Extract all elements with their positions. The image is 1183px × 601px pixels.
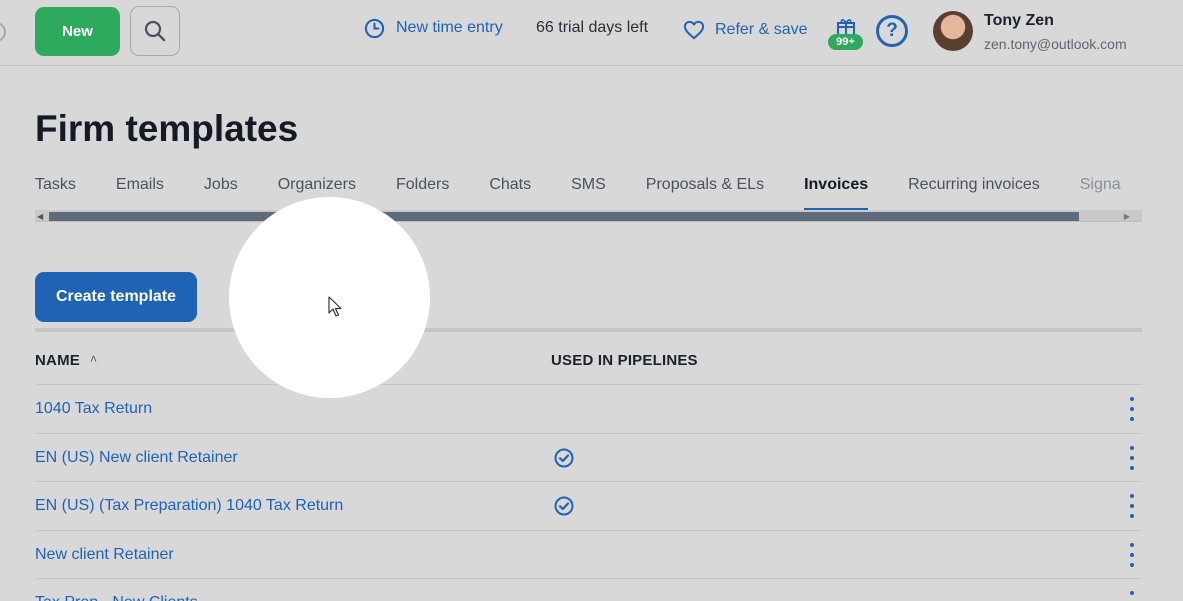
- check-circle-icon: [554, 496, 574, 516]
- scrollbar-thumb[interactable]: [49, 212, 1079, 221]
- template-tabs: Tasks Emails Jobs Organizers Folders Chats SMS…: [35, 176, 1142, 210]
- clock-icon: [364, 18, 385, 38]
- template-name-link[interactable]: Tax Prep - New Clients: [35, 594, 198, 601]
- new-button[interactable]: New: [35, 7, 120, 56]
- tab-emails[interactable]: Emails: [116, 176, 164, 210]
- search-button[interactable]: [130, 6, 180, 56]
- kebab-menu-icon[interactable]: [1125, 542, 1139, 567]
- template-name-link[interactable]: EN (US) (Tax Preparation) 1040 Tax Retur…: [35, 497, 343, 515]
- tab-jobs[interactable]: Jobs: [204, 176, 238, 210]
- tabs-scrollbar[interactable]: ◀ ▶: [35, 210, 1142, 222]
- table-row: EN (US) (Tax Preparation) 1040 Tax Retur…: [35, 482, 1142, 531]
- table-body: 1040 Tax Return EN (US) New client Retain…: [35, 385, 1142, 601]
- kebab-menu-icon[interactable]: [1125, 445, 1139, 470]
- templates-table: NAME ˄ USED IN PIPELINES 1040 Tax Return…: [35, 328, 1142, 601]
- tab-chats[interactable]: Chats: [489, 176, 531, 210]
- tab-signa[interactable]: Signa: [1080, 176, 1121, 210]
- table-row: 1040 Tax Return: [35, 385, 1142, 434]
- refer-and-save-label: Refer & save: [715, 21, 808, 38]
- template-name-link[interactable]: EN (US) New client Retainer: [35, 449, 238, 467]
- tab-tasks[interactable]: Tasks: [35, 176, 76, 210]
- table-header: NAME ˄ USED IN PIPELINES: [35, 328, 1142, 385]
- scroll-right-icon[interactable]: ▶: [1124, 212, 1130, 221]
- table-row: New client Retainer: [35, 531, 1142, 580]
- tab-sms[interactable]: SMS: [571, 176, 606, 210]
- search-icon: [144, 20, 166, 42]
- kebab-menu-icon[interactable]: [1125, 494, 1139, 519]
- scroll-left-icon[interactable]: ◀: [37, 212, 43, 221]
- tab-recurring-invoices[interactable]: Recurring invoices: [908, 176, 1040, 210]
- template-name-link[interactable]: 1040 Tax Return: [35, 400, 152, 418]
- page-title: Firm templates: [35, 108, 299, 149]
- refer-and-save-link[interactable]: Refer & save: [683, 18, 807, 42]
- cursor-icon: [328, 296, 342, 317]
- heart-icon: [683, 20, 705, 40]
- top-bar: New New time entry 66 trial days left Re…: [0, 0, 1183, 66]
- avatar[interactable]: [933, 11, 973, 51]
- user-email: zen.tony@outlook.com: [984, 36, 1127, 52]
- notifications-badge: 99+: [828, 34, 863, 50]
- back-icon[interactable]: [0, 22, 6, 42]
- tab-proposals-els[interactable]: Proposals & ELs: [646, 176, 764, 210]
- column-header-name[interactable]: NAME: [35, 352, 80, 369]
- create-template-button[interactable]: Create template: [35, 272, 197, 322]
- kebab-menu-icon[interactable]: [1125, 591, 1139, 601]
- tab-folders[interactable]: Folders: [396, 176, 449, 210]
- new-time-entry-label: New time entry: [396, 19, 503, 36]
- column-header-used-in-pipelines: USED IN PIPELINES: [551, 352, 698, 369]
- help-icon[interactable]: ?: [876, 15, 908, 47]
- new-time-entry-link[interactable]: New time entry: [364, 16, 503, 40]
- notifications-button[interactable]: 99+: [828, 18, 864, 52]
- kebab-menu-icon[interactable]: [1125, 397, 1139, 421]
- check-circle-icon: [554, 448, 574, 468]
- sort-ascending-icon[interactable]: ˄: [90, 352, 97, 366]
- table-row: Tax Prep - New Clients: [35, 579, 1142, 601]
- table-row: EN (US) New client Retainer: [35, 434, 1142, 483]
- user-name: Tony Zen: [984, 12, 1054, 29]
- tab-invoices[interactable]: Invoices: [804, 176, 869, 210]
- trial-days-text: 66 trial days left: [536, 19, 649, 36]
- template-name-link[interactable]: New client Retainer: [35, 546, 174, 564]
